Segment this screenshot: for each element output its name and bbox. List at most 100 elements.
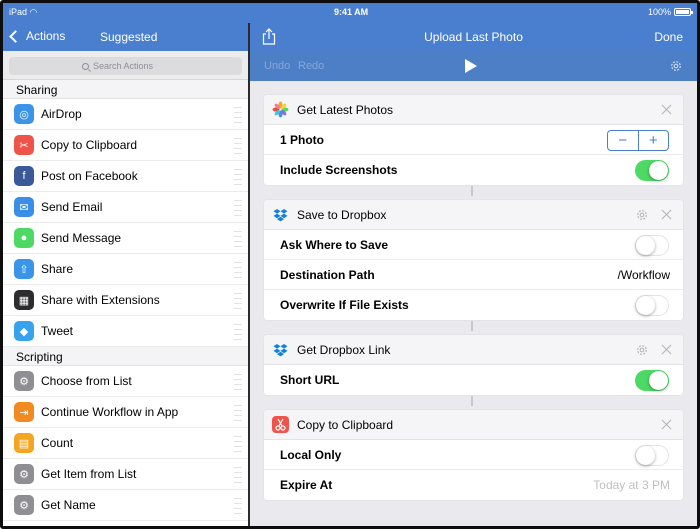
action-list-item[interactable]: ▤ Count: [3, 428, 248, 459]
back-button[interactable]: Actions: [9, 29, 66, 43]
action-item-label: Tweet: [41, 324, 74, 338]
param-row: Destination Path /Workflow: [264, 260, 683, 290]
destination-path-field[interactable]: /Workflow: [618, 268, 670, 282]
action-item-label: Count: [41, 436, 74, 450]
section-header-sharing: Sharing: [3, 80, 248, 99]
drag-handle-icon[interactable]: [234, 436, 242, 452]
battery-icon: [674, 8, 693, 16]
close-icon[interactable]: [660, 418, 673, 431]
local-only-toggle[interactable]: [635, 445, 669, 466]
action-item-label: Choose from List: [41, 374, 132, 388]
param-row: Local Only: [264, 440, 683, 470]
drag-handle-icon[interactable]: [234, 107, 242, 123]
device-label: iPad ◠: [9, 7, 38, 17]
action-connector: [471, 396, 473, 406]
close-icon[interactable]: [660, 343, 673, 356]
drag-handle-icon[interactable]: [234, 405, 242, 421]
action-header: Get Dropbox Link: [264, 335, 683, 365]
drag-handle-icon[interactable]: [234, 200, 242, 216]
action-card-get-dropbox-link[interactable]: Get Dropbox Link Short URL: [264, 335, 683, 395]
photo-count-stepper[interactable]: − +: [607, 130, 669, 151]
short-url-toggle[interactable]: [635, 370, 669, 391]
search-field[interactable]: [9, 57, 242, 75]
action-list-item[interactable]: ◎ AirDrop: [3, 99, 248, 130]
param-label: Short URL: [280, 373, 340, 387]
action-list-item[interactable]: ◆ Tweet: [3, 316, 248, 347]
drag-handle-icon[interactable]: [234, 231, 242, 247]
action-list-item[interactable]: ⇥ Continue Workflow in App: [3, 397, 248, 428]
action-list-item[interactable]: ⚙ Choose from List: [3, 366, 248, 397]
done-button[interactable]: Done: [654, 30, 683, 44]
action-list-item[interactable]: ⚙ Get Item from List: [3, 459, 248, 490]
gear-icon[interactable]: [635, 208, 649, 222]
airdrop-icon: ◎: [14, 104, 34, 124]
action-connector: [471, 321, 473, 331]
settings-gear-icon[interactable]: [669, 59, 683, 73]
drag-handle-icon[interactable]: [234, 498, 242, 514]
sidebar-nav-bar: Actions Suggested: [3, 23, 248, 51]
action-item-label: Send Email: [41, 200, 103, 214]
calculator-icon: ▤: [14, 433, 34, 453]
param-label: Ask Where to Save: [280, 237, 389, 252]
drag-handle-icon[interactable]: [234, 293, 242, 309]
action-title: Save to Dropbox: [297, 207, 387, 222]
drag-handle-icon[interactable]: [234, 138, 242, 154]
dropbox-icon: [272, 341, 289, 358]
action-list-item[interactable]: ✂ Copy to Clipboard: [3, 130, 248, 161]
close-icon[interactable]: [660, 103, 673, 116]
scissors-icon: ✂: [14, 135, 34, 155]
action-header: Save to Dropbox: [264, 200, 683, 230]
action-item-label: Get Name: [41, 498, 96, 512]
scissors-icon: [272, 416, 289, 433]
param-label: 1 Photo: [280, 132, 324, 147]
action-item-label: AirDrop: [41, 107, 82, 121]
search-input[interactable]: [93, 61, 169, 71]
increment-button[interactable]: +: [639, 131, 669, 150]
action-sections: Sharing ◎ AirDrop ✂ Copy to Clipboard f Post o…: [3, 80, 248, 521]
action-list-item[interactable]: ⇧ Share: [3, 254, 248, 285]
drag-handle-icon[interactable]: [234, 467, 242, 483]
overwrite-toggle[interactable]: [635, 295, 669, 316]
workflow-canvas: Get Latest Photos 1 Photo − + Include Sc…: [250, 81, 697, 526]
ask-where-to-save-toggle[interactable]: [635, 235, 669, 256]
action-list-item[interactable]: ✉ Send Email: [3, 192, 248, 223]
drag-handle-icon[interactable]: [234, 324, 242, 340]
back-label: Actions: [26, 29, 66, 43]
action-item-label: Get Item from List: [41, 467, 137, 481]
drag-handle-icon[interactable]: [234, 262, 242, 278]
editor-toolbar: Undo Redo: [250, 51, 697, 81]
close-icon[interactable]: [660, 208, 673, 221]
action-item-label: Send Message: [41, 231, 122, 245]
param-row: Short URL: [264, 365, 683, 395]
param-row: Expire At Today at 3 PM: [264, 470, 683, 500]
dropbox-icon: [272, 206, 289, 223]
action-list-item[interactable]: f Post on Facebook: [3, 161, 248, 192]
drag-handle-icon[interactable]: [234, 169, 242, 185]
workflow-title: Upload Last Photo: [424, 30, 523, 44]
action-item-label: Share: [41, 262, 74, 276]
action-card-copy-to-clipboard[interactable]: Copy to Clipboard Local Only Expire At T…: [264, 410, 683, 500]
share-icon: ⇧: [14, 259, 34, 279]
section-header-scripting: Scripting: [3, 347, 248, 366]
action-list-item[interactable]: ▦ Share with Extensions: [3, 285, 248, 316]
search-icon: [82, 62, 89, 70]
include-screenshots-toggle[interactable]: [635, 160, 669, 181]
expire-at-field[interactable]: Today at 3 PM: [593, 478, 670, 492]
param-row: Ask Where to Save: [264, 230, 683, 260]
photos-icon: [272, 101, 289, 118]
action-card-get-latest-photos[interactable]: Get Latest Photos 1 Photo − + Include Sc…: [264, 95, 683, 185]
action-title: Copy to Clipboard: [297, 417, 394, 432]
action-card-save-to-dropbox[interactable]: Save to Dropbox Ask Where to Save Destin…: [264, 200, 683, 320]
decrement-button[interactable]: −: [608, 131, 639, 150]
gear-icon[interactable]: [635, 343, 649, 357]
undo-button[interactable]: Undo: [264, 60, 290, 72]
action-list-item[interactable]: ● Send Message: [3, 223, 248, 254]
action-list-item[interactable]: ⚙ Get Name: [3, 490, 248, 521]
action-header: Copy to Clipboard: [264, 410, 683, 440]
sidebar-title: Suggested: [100, 30, 158, 44]
redo-button[interactable]: Redo: [298, 60, 324, 72]
twitter-icon: ◆: [14, 321, 34, 341]
drag-handle-icon[interactable]: [234, 374, 242, 390]
chevron-left-icon: [9, 29, 22, 43]
play-icon[interactable]: [465, 59, 477, 73]
